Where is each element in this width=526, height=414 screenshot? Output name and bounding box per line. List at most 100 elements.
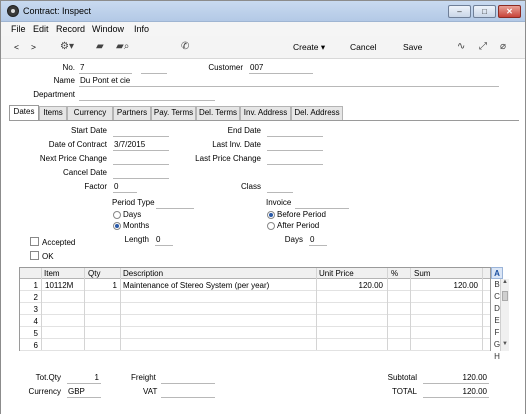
- customer-field[interactable]: 007: [249, 63, 313, 74]
- length-field[interactable]: 0: [155, 235, 173, 246]
- maximize-button[interactable]: □: [473, 5, 496, 18]
- col-item-header[interactable]: Item: [44, 268, 60, 279]
- menu-edit[interactable]: Edit: [33, 24, 49, 34]
- menu-info[interactable]: Info: [134, 24, 149, 34]
- table-row[interactable]: 5: [20, 327, 490, 339]
- table-row[interactable]: 1 10112M 1 Maintenance of Stereo System (pe…: [20, 279, 490, 291]
- cell-item[interactable]: 10112M: [45, 280, 83, 291]
- tab-currency[interactable]: Currency: [67, 106, 113, 120]
- cell-description[interactable]: Maintenance of Stereo System (per year): [123, 280, 313, 291]
- grid-divider: [387, 268, 388, 350]
- class-field[interactable]: [267, 182, 293, 193]
- table-row[interactable]: 2: [20, 291, 490, 303]
- period-days-radio[interactable]: [113, 211, 121, 219]
- col-pct-header[interactable]: %: [391, 268, 398, 279]
- invoice-field[interactable]: [295, 198, 349, 209]
- end-date-field[interactable]: [267, 126, 323, 137]
- letter-f[interactable]: F: [491, 327, 503, 339]
- invoice-after-radio[interactable]: [267, 222, 275, 230]
- ok-checkbox[interactable]: [30, 251, 39, 260]
- accepted-checkbox[interactable]: [30, 237, 39, 246]
- create-button[interactable]: Create ▾: [293, 42, 325, 53]
- next-price-change-field[interactable]: [113, 154, 169, 165]
- vat-field[interactable]: [161, 387, 215, 398]
- period-months-radio[interactable]: [113, 222, 121, 230]
- invoice-before-label: Before Period: [277, 210, 326, 219]
- cancel-date-field[interactable]: [113, 168, 169, 179]
- tot-qty-field[interactable]: 1: [67, 373, 101, 384]
- cell-qty[interactable]: 1: [86, 280, 117, 291]
- col-sum-header[interactable]: Sum: [414, 268, 430, 279]
- col-description-header[interactable]: Description: [123, 268, 163, 279]
- freight-label: Freight: [131, 373, 156, 382]
- letter-a[interactable]: A: [491, 267, 503, 279]
- letter-d[interactable]: D: [491, 303, 503, 315]
- cancel-button[interactable]: Cancel: [350, 42, 376, 52]
- currency-field[interactable]: GBP: [67, 387, 101, 398]
- no-field[interactable]: 7: [79, 63, 132, 74]
- tab-items[interactable]: Items: [39, 106, 67, 120]
- tab-divider: [9, 120, 519, 121]
- customer-label: Customer: [208, 63, 243, 72]
- expand-icon[interactable]: ⤢: [479, 41, 487, 52]
- end-date-label: End Date: [227, 126, 261, 135]
- department-field[interactable]: [79, 90, 215, 101]
- subtotal-field[interactable]: 120.00: [423, 373, 489, 384]
- last-inv-date-field[interactable]: [267, 140, 323, 151]
- back-button[interactable]: <: [14, 42, 19, 52]
- factor-field[interactable]: 0: [113, 182, 137, 193]
- start-date-field[interactable]: [113, 126, 169, 137]
- letter-b[interactable]: B: [491, 279, 503, 291]
- ok-label: OK: [42, 252, 54, 261]
- next-price-change-label: Next Price Change: [39, 154, 107, 163]
- table-row[interactable]: 3: [20, 303, 490, 315]
- period-type-field[interactable]: [156, 198, 194, 209]
- cancel-date-label: Cancel Date: [62, 168, 107, 177]
- days-field[interactable]: 0: [309, 235, 327, 246]
- days-label: Days: [284, 235, 303, 244]
- tab-pay-terms[interactable]: Pay. Terms: [151, 106, 196, 120]
- gear-icon[interactable]: ⚙▾: [60, 41, 74, 52]
- minimize-button[interactable]: –: [448, 5, 471, 18]
- phone-icon[interactable]: ✆: [181, 41, 189, 52]
- cell-n: 3: [33, 305, 38, 314]
- cell-n: 5: [33, 329, 38, 338]
- forward-button[interactable]: >: [31, 42, 36, 52]
- no-suffix-field[interactable]: [141, 63, 167, 74]
- title-bar[interactable]: Contract: Inspect – □ ✕: [1, 1, 525, 22]
- name-field[interactable]: Du Pont et cie: [79, 76, 499, 87]
- printer-icon[interactable]: ▰: [96, 41, 104, 52]
- last-price-change-field[interactable]: [267, 154, 323, 165]
- invoice-before-radio[interactable]: [267, 211, 275, 219]
- cell-sum[interactable]: 120.00: [412, 280, 478, 291]
- menu-record[interactable]: Record: [56, 24, 85, 34]
- grid-divider: [84, 268, 85, 350]
- letter-h[interactable]: H: [491, 351, 503, 363]
- letter-c[interactable]: C: [491, 291, 503, 303]
- tab-dates[interactable]: Dates: [9, 105, 39, 120]
- letter-e[interactable]: E: [491, 315, 503, 327]
- cell-unit-price[interactable]: 120.00: [319, 280, 383, 291]
- save-button[interactable]: Save: [403, 42, 422, 52]
- name-label: Name: [53, 76, 75, 85]
- print-preview-icon[interactable]: ▰⌕: [116, 41, 129, 52]
- date-of-contract-field[interactable]: 3/7/2015: [113, 140, 169, 151]
- col-qty-header[interactable]: Qty: [88, 268, 100, 279]
- tab-del-address[interactable]: Del. Address: [291, 106, 343, 120]
- menu-window[interactable]: Window: [92, 24, 124, 34]
- table-row[interactable]: 6: [20, 339, 490, 351]
- menu-file[interactable]: File: [11, 24, 26, 34]
- tab-del-terms[interactable]: Del. Terms: [196, 106, 240, 120]
- close-button[interactable]: ✕: [498, 5, 521, 18]
- attachment-icon[interactable]: ⌀: [500, 41, 506, 52]
- table-row[interactable]: 4: [20, 315, 490, 327]
- tab-inv-address[interactable]: Inv. Address: [240, 106, 291, 120]
- date-of-contract-label: Date of Contract: [48, 140, 107, 149]
- letter-g[interactable]: G: [491, 339, 503, 351]
- total-field[interactable]: 120.00: [423, 387, 489, 398]
- tab-partners[interactable]: Partners: [113, 106, 151, 120]
- last-inv-date-label: Last Inv. Date: [212, 140, 261, 149]
- col-unit-price-header[interactable]: Unit Price: [319, 268, 354, 279]
- activity-icon[interactable]: ∿: [457, 41, 465, 52]
- freight-field[interactable]: [161, 373, 215, 384]
